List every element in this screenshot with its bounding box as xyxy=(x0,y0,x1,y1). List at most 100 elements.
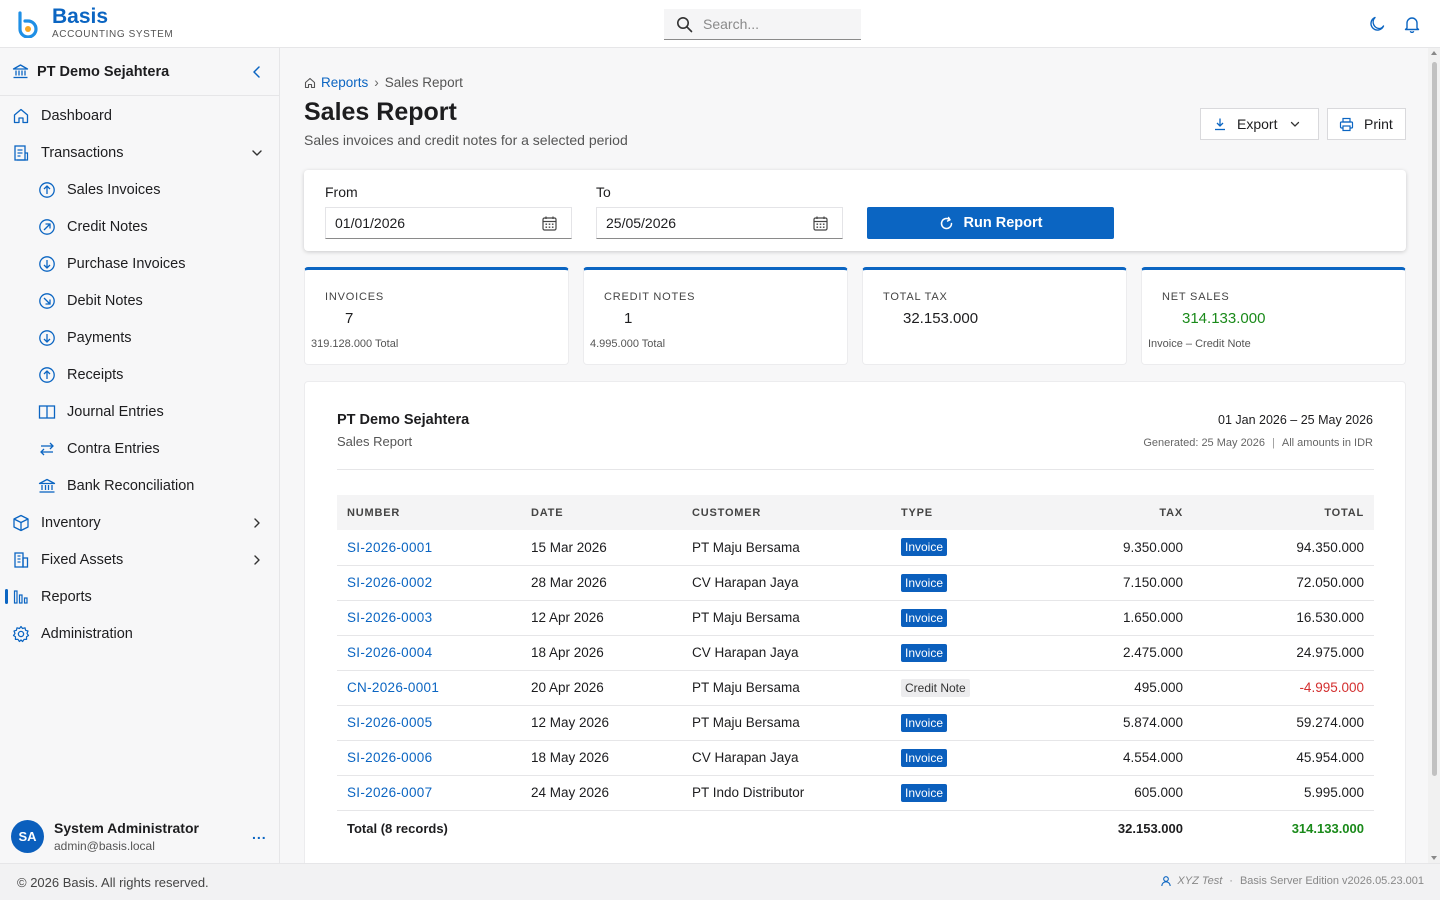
user-profile[interactable]: SA System Administrator admin@basis.loca… xyxy=(0,810,279,862)
sidebar-item-journal-entries[interactable]: Journal Entries xyxy=(0,393,279,430)
row-total: 59.274.000 xyxy=(1193,705,1374,741)
calendar-icon[interactable] xyxy=(541,215,558,232)
sidebar-item-inventory[interactable]: Inventory xyxy=(0,504,279,541)
edition-version: Basis Server Edition v2026.05.23.001 xyxy=(1239,875,1424,887)
arrow-circle-down-icon xyxy=(38,329,56,347)
main-scrollbar[interactable] xyxy=(1428,48,1440,863)
collapse-sidebar-icon[interactable] xyxy=(248,63,266,81)
org-switcher[interactable]: PT Demo Sejahtera xyxy=(0,48,279,96)
sidebar-item-administration[interactable]: Administration xyxy=(0,615,279,652)
document-number-link[interactable]: SI-2026-0002 xyxy=(337,565,521,601)
scroll-up-arrow[interactable] xyxy=(1431,51,1437,55)
basis-logo-icon xyxy=(18,11,38,38)
report-org-name: PT Demo Sejahtera xyxy=(337,412,470,428)
type-badge: Credit Note xyxy=(901,678,970,697)
sidebar-item-contra-entries[interactable]: Contra Entries xyxy=(0,430,279,467)
row-date: 12 May 2026 xyxy=(521,705,682,741)
sidebar-item-bank-reconciliation[interactable]: Bank Reconciliation xyxy=(0,467,279,504)
report-date-range: 01 Jan 2026 – 25 May 2026 xyxy=(1218,413,1373,427)
to-label: To xyxy=(596,184,611,200)
row-type: Credit Note xyxy=(891,670,1031,706)
sidebar-item-label: Purchase Invoices xyxy=(67,255,186,272)
type-badge: Invoice xyxy=(901,573,948,592)
dark-mode-toggle[interactable] xyxy=(1366,13,1388,35)
user-email: admin@basis.local xyxy=(54,839,155,853)
search-box[interactable] xyxy=(664,9,861,40)
row-date: 24 May 2026 xyxy=(521,775,682,811)
row-customer: CV Harapan Jaya xyxy=(682,635,891,671)
arrow-circle-down-icon xyxy=(38,255,56,273)
home-icon xyxy=(304,77,316,88)
swap-icon xyxy=(38,440,56,458)
from-date-field[interactable] xyxy=(325,207,572,239)
run-report-button[interactable]: Run Report xyxy=(867,207,1114,239)
kpi-value: 32.153.000 xyxy=(903,310,979,327)
scroll-down-arrow[interactable] xyxy=(1431,856,1437,860)
document-number-link[interactable]: SI-2026-0001 xyxy=(337,530,521,566)
column-header-date[interactable]: DATE xyxy=(521,495,682,530)
table-row: SI-2026-0002 28 Mar 2026 CV Harapan Jaya… xyxy=(337,565,1374,601)
export-label: Export xyxy=(1237,116,1278,132)
sidebar-item-reports[interactable]: Reports xyxy=(0,578,279,615)
document-number-link[interactable]: SI-2026-0004 xyxy=(337,635,521,671)
building-icon xyxy=(12,551,30,569)
row-tax: 2.475.000 xyxy=(1031,635,1193,671)
brand-name: Basis xyxy=(52,5,109,28)
column-header-tax[interactable]: TAX xyxy=(1031,495,1193,530)
sidebar-item-debit-notes[interactable]: Debit Notes xyxy=(0,282,279,319)
table-row: SI-2026-0005 12 May 2026 PT Maju Bersama… xyxy=(337,705,1374,741)
document-number-link[interactable]: SI-2026-0007 xyxy=(337,775,521,811)
kpi-invoices: INVOICES 7 319.128.000 Total xyxy=(304,267,569,365)
sidebar-item-label: Credit Notes xyxy=(67,218,148,235)
sidebar-item-label: Debit Notes xyxy=(67,292,143,309)
notifications-button[interactable] xyxy=(1401,13,1423,35)
brand[interactable]: Basis ACCOUNTING SYSTEM xyxy=(14,5,173,41)
document-number-link[interactable]: SI-2026-0005 xyxy=(337,705,521,741)
sidebar-item-label: Transactions xyxy=(41,144,124,161)
bank-icon xyxy=(12,64,29,79)
calendar-icon[interactable] xyxy=(812,215,829,232)
user-icon xyxy=(1161,876,1172,887)
sidebar-item-receipts[interactable]: Receipts xyxy=(0,356,279,393)
sidebar-item-label: Contra Entries xyxy=(67,440,160,457)
document-number-link[interactable]: CN-2026-0001 xyxy=(337,670,521,706)
row-customer: PT Indo Distributor xyxy=(682,775,891,811)
sidebar-item-transactions[interactable]: Transactions xyxy=(0,134,279,171)
row-type: Invoice xyxy=(891,635,1031,671)
export-button[interactable]: Export xyxy=(1200,108,1319,140)
sidebar-item-fixed-assets[interactable]: Fixed Assets xyxy=(0,541,279,578)
document-number-link[interactable]: SI-2026-0003 xyxy=(337,600,521,636)
arrow-circle-up-icon xyxy=(38,366,56,384)
print-button[interactable]: Print xyxy=(1327,108,1406,140)
search-input[interactable] xyxy=(703,16,843,32)
from-label: From xyxy=(325,184,358,200)
to-date-input[interactable] xyxy=(597,215,797,231)
sidebar-item-label: Journal Entries xyxy=(67,403,164,420)
from-date-input[interactable] xyxy=(326,215,526,231)
sidebar-item-payments[interactable]: Payments xyxy=(0,319,279,356)
to-date-field[interactable] xyxy=(596,207,843,239)
sidebar-item-dashboard[interactable]: Dashboard xyxy=(0,97,279,134)
breadcrumb-reports-link[interactable]: Reports xyxy=(321,75,368,90)
column-header-type[interactable]: TYPE xyxy=(891,495,1031,530)
report-generated: Generated: 25 May 2026 xyxy=(1143,437,1266,449)
kpi-label: CREDIT NOTES xyxy=(604,291,696,303)
brand-subtitle: ACCOUNTING SYSTEM xyxy=(52,29,174,40)
sidebar-item-sales-invoices[interactable]: Sales Invoices xyxy=(0,171,279,208)
scroll-thumb[interactable] xyxy=(1432,62,1437,776)
sidebar-item-purchase-invoices[interactable]: Purchase Invoices xyxy=(0,245,279,282)
moon-icon xyxy=(1370,16,1385,31)
row-customer: CV Harapan Jaya xyxy=(682,740,891,776)
user-menu-button[interactable]: ... xyxy=(252,826,267,842)
row-type: Invoice xyxy=(891,565,1031,601)
row-tax: 4.554.000 xyxy=(1031,740,1193,776)
document-number-link[interactable]: SI-2026-0006 xyxy=(337,740,521,776)
sidebar: PT Demo Sejahtera Dashboard Transactions… xyxy=(0,48,280,863)
column-header-number[interactable]: NUMBER xyxy=(337,495,521,530)
column-header-customer[interactable]: CUSTOMER xyxy=(682,495,891,530)
arrow-circle-up-icon xyxy=(38,181,56,199)
kpi-total-tax: TOTAL TAX 32.153.000 xyxy=(862,267,1127,365)
sidebar-item-credit-notes[interactable]: Credit Notes xyxy=(0,208,279,245)
column-header-total[interactable]: TOTAL xyxy=(1193,495,1374,530)
top-bar: Basis ACCOUNTING SYSTEM xyxy=(0,0,1440,48)
